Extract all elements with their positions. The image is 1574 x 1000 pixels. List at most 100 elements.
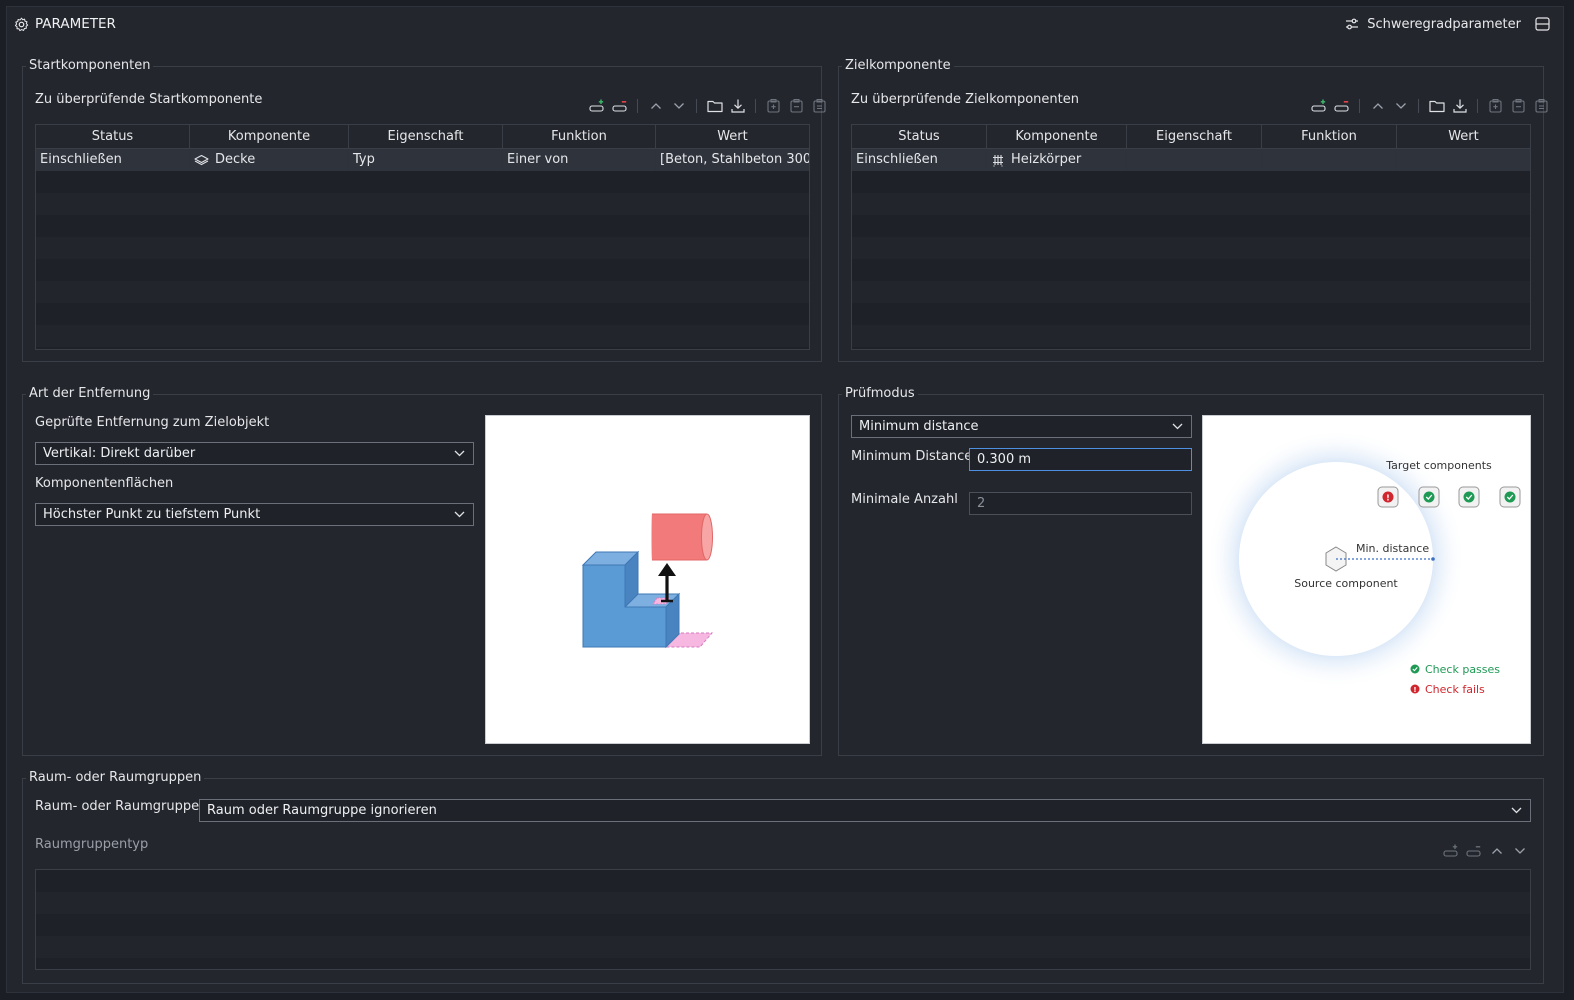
source-component-text: Source component bbox=[1294, 577, 1398, 590]
check-mode-select[interactable]: Minimum distance bbox=[851, 415, 1192, 438]
folder-icon[interactable] bbox=[706, 97, 723, 114]
cell-status[interactable]: Einschließen bbox=[36, 149, 190, 171]
check-mode-legend: Prüfmodus bbox=[842, 385, 918, 403]
add-row-icon[interactable] bbox=[1310, 97, 1327, 114]
chevron-down-icon[interactable] bbox=[1392, 97, 1409, 114]
chevron-down-icon[interactable] bbox=[1511, 842, 1528, 859]
empty-row bbox=[36, 237, 809, 259]
table-header: Status Komponente Eigenschaft Funktion W… bbox=[852, 125, 1530, 149]
clipboard-list-icon[interactable] bbox=[811, 97, 828, 114]
empty-row bbox=[36, 215, 809, 237]
empty-row bbox=[36, 193, 809, 215]
chevron-up-icon[interactable] bbox=[1488, 842, 1505, 859]
column-header-property[interactable]: Eigenschaft bbox=[349, 125, 503, 148]
chevron-down-icon bbox=[454, 450, 465, 457]
room-groups-select[interactable]: Raum oder Raumgruppe ignorieren bbox=[199, 799, 1531, 822]
folder-icon[interactable] bbox=[1428, 97, 1445, 114]
cell-value[interactable]: [Beton, Stahlbeton 300] bbox=[656, 149, 809, 171]
empty-row bbox=[36, 325, 809, 347]
min-distance-label: Minimum Distance bbox=[851, 449, 973, 464]
component-surfaces-label: Komponentenflächen bbox=[35, 476, 174, 491]
clipboard-icon[interactable] bbox=[788, 97, 805, 114]
remove-row-icon[interactable] bbox=[1465, 842, 1482, 859]
empty-row bbox=[852, 325, 1530, 347]
empty-row bbox=[36, 259, 809, 281]
target-components-subtitle: Zu überprüfende Zielkomponenten bbox=[851, 92, 1079, 107]
room-group-type-table bbox=[35, 869, 1531, 970]
sliders-icon bbox=[1345, 18, 1359, 30]
toolbar-divider bbox=[1418, 98, 1419, 113]
table-row[interactable]: Einschließen Heizkörper bbox=[852, 149, 1530, 171]
cell-property[interactable]: Typ bbox=[349, 149, 503, 171]
column-header-function[interactable]: Funktion bbox=[1262, 125, 1397, 148]
chevron-down-icon bbox=[1511, 807, 1522, 814]
cell-function[interactable] bbox=[1262, 149, 1397, 171]
column-header-value[interactable]: Wert bbox=[1397, 125, 1530, 148]
column-header-value[interactable]: Wert bbox=[656, 125, 809, 148]
check-mode-illustration: Target components ! Min. distance Source… bbox=[1202, 415, 1531, 744]
min-distance-diagram: Target components ! Min. distance Source… bbox=[1206, 429, 1521, 696]
cell-component[interactable]: Decke bbox=[190, 149, 349, 171]
cell-component[interactable]: Heizkörper bbox=[987, 149, 1127, 171]
radiator-icon bbox=[991, 153, 1005, 167]
pass-target-icon bbox=[1418, 486, 1440, 508]
clipboard-list-icon[interactable] bbox=[1533, 97, 1550, 114]
check-passes-text: Check passes bbox=[1425, 663, 1500, 676]
remove-row-icon[interactable] bbox=[611, 97, 628, 114]
empty-row bbox=[852, 281, 1530, 303]
clipboard-icon[interactable] bbox=[1510, 97, 1527, 114]
column-header-status[interactable]: Status bbox=[36, 125, 190, 148]
add-row-icon[interactable] bbox=[1442, 842, 1459, 859]
component-surfaces-select[interactable]: Höchster Punkt zu tiefstem Punkt bbox=[35, 503, 474, 526]
cell-property[interactable] bbox=[1127, 149, 1262, 171]
min-count-input[interactable]: 2 bbox=[969, 492, 1192, 515]
start-toolbar bbox=[588, 97, 828, 114]
severity-parameter-link[interactable]: Schweregradparameter bbox=[1345, 14, 1550, 34]
download-icon[interactable] bbox=[1451, 97, 1468, 114]
vertical-distance-diagram bbox=[581, 513, 714, 649]
check-passes-icon bbox=[1410, 664, 1420, 674]
cell-value[interactable] bbox=[1397, 149, 1530, 171]
empty-row bbox=[36, 281, 809, 303]
room-groups-label: Raum- oder Raumgruppen bbox=[35, 799, 208, 814]
empty-row bbox=[36, 914, 1530, 936]
distance-illustration bbox=[485, 415, 810, 744]
column-header-component[interactable]: Komponente bbox=[190, 125, 349, 148]
toolbar-divider bbox=[1477, 98, 1478, 113]
room-groups-value: Raum oder Raumgruppe ignorieren bbox=[207, 803, 437, 818]
clipboard-add-icon[interactable] bbox=[765, 97, 782, 114]
empty-row bbox=[852, 171, 1530, 193]
cell-status[interactable]: Einschließen bbox=[852, 149, 987, 171]
remove-row-icon[interactable] bbox=[1333, 97, 1350, 114]
table-header: Status Komponente Eigenschaft Funktion W… bbox=[36, 125, 809, 149]
chevron-up-icon[interactable] bbox=[647, 97, 664, 114]
toolbar-divider bbox=[755, 98, 756, 113]
clipboard-add-icon[interactable] bbox=[1487, 97, 1504, 114]
checked-distance-label: Geprüfte Entfernung zum Zielobjekt bbox=[35, 415, 270, 430]
add-row-icon[interactable] bbox=[588, 97, 605, 114]
chevron-up-icon[interactable] bbox=[1369, 97, 1386, 114]
checked-distance-select[interactable]: Vertikal: Direkt darüber bbox=[35, 442, 474, 465]
column-header-component[interactable]: Komponente bbox=[987, 125, 1127, 148]
start-components-table: Status Komponente Eigenschaft Funktion W… bbox=[35, 124, 810, 350]
empty-row bbox=[36, 870, 1530, 892]
column-header-status[interactable]: Status bbox=[852, 125, 987, 148]
room-group-toolbar bbox=[1442, 842, 1528, 859]
empty-row bbox=[36, 303, 809, 325]
cell-function[interactable]: Einer von bbox=[503, 149, 656, 171]
slab-icon bbox=[194, 154, 209, 166]
empty-row bbox=[852, 193, 1530, 215]
download-icon[interactable] bbox=[729, 97, 746, 114]
column-header-property[interactable]: Eigenschaft bbox=[1127, 125, 1262, 148]
empty-row bbox=[36, 958, 1530, 969]
column-header-function[interactable]: Funktion bbox=[503, 125, 656, 148]
panel-toggle-icon[interactable] bbox=[1535, 17, 1550, 31]
room-group-type-label: Raumgruppentyp bbox=[35, 837, 149, 852]
chevron-down-icon[interactable] bbox=[670, 97, 687, 114]
min-distance-input[interactable]: 0.300 m bbox=[969, 448, 1192, 471]
gear-icon bbox=[14, 17, 29, 32]
target-components-text: Target components bbox=[1385, 459, 1492, 472]
start-components-subtitle: Zu überprüfende Startkomponente bbox=[35, 92, 263, 107]
svg-text:!: ! bbox=[1413, 686, 1416, 694]
table-row[interactable]: Einschließen Decke Typ Einer von [Beton,… bbox=[36, 149, 809, 171]
